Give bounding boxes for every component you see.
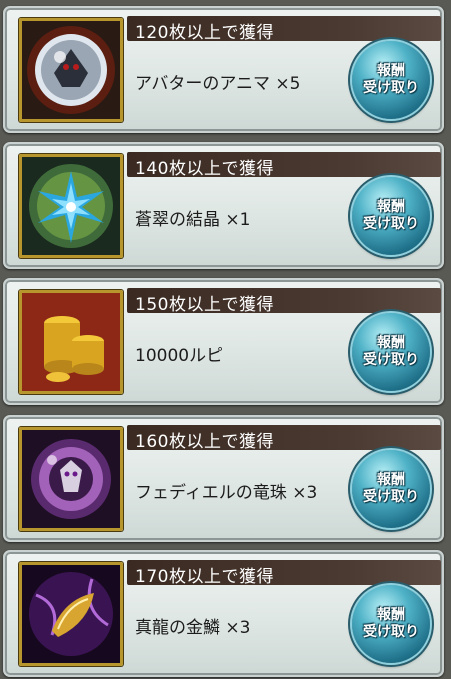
claim-reward-button[interactable]: 報酬 受け取り bbox=[352, 450, 430, 528]
reward-condition-bar: 120枚以上で獲得 bbox=[127, 16, 441, 43]
golden-scale-icon bbox=[19, 562, 123, 666]
reward-list: 120枚以上で獲得 アバターのアニマ ×5 報酬 受け取り 140枚以上で獲得 … bbox=[0, 0, 451, 679]
reward-card: 140枚以上で獲得 蒼翠の結晶 ×1 報酬 受け取り bbox=[3, 142, 444, 269]
claim-button-label-bottom: 受け取り bbox=[363, 352, 419, 368]
reward-item-name: 10000ルピ bbox=[135, 346, 224, 366]
reward-condition: 120枚以上で獲得 bbox=[135, 23, 274, 43]
reward-condition-bar: 140枚以上で獲得 bbox=[127, 152, 441, 179]
reward-condition: 150枚以上で獲得 bbox=[135, 295, 274, 315]
claim-button-label-top: 報酬 bbox=[377, 607, 405, 623]
reward-condition: 140枚以上で獲得 bbox=[135, 159, 274, 179]
reward-condition: 170枚以上で獲得 bbox=[135, 567, 274, 587]
reward-condition-bar: 160枚以上で獲得 bbox=[127, 425, 441, 452]
reward-item-name: 蒼翠の結晶 ×1 bbox=[135, 210, 251, 230]
reward-condition-bar: 150枚以上で獲得 bbox=[127, 288, 441, 315]
claim-button-label-top: 報酬 bbox=[377, 199, 405, 215]
claim-button-label-bottom: 受け取り bbox=[363, 80, 419, 96]
claim-reward-button[interactable]: 報酬 受け取り bbox=[352, 313, 430, 391]
reward-item-name: アバターのアニマ ×5 bbox=[135, 74, 301, 94]
reward-condition-bar: 170枚以上で獲得 bbox=[127, 560, 441, 587]
claim-button-label-bottom: 受け取り bbox=[363, 489, 419, 505]
rupie-coins-icon bbox=[19, 290, 123, 394]
claim-button-label-top: 報酬 bbox=[377, 472, 405, 488]
claim-button-label-bottom: 受け取り bbox=[363, 624, 419, 640]
claim-button-label-top: 報酬 bbox=[377, 63, 405, 79]
dragon-orb-icon bbox=[19, 427, 123, 531]
claim-button-label-bottom: 受け取り bbox=[363, 216, 419, 232]
reward-card: 150枚以上で獲得 10000ルピ 報酬 受け取り bbox=[3, 278, 444, 405]
reward-card: 170枚以上で獲得 真龍の金鱗 ×3 報酬 受け取り bbox=[3, 550, 444, 677]
reward-item-name: 真龍の金鱗 ×3 bbox=[135, 618, 251, 638]
reward-card: 160枚以上で獲得 フェディエルの竜珠 ×3 報酬 受け取り bbox=[3, 415, 444, 542]
reward-item-name: フェディエルの竜珠 ×3 bbox=[135, 483, 318, 503]
reward-card: 120枚以上で獲得 アバターのアニマ ×5 報酬 受け取り bbox=[3, 6, 444, 133]
crystal-icon bbox=[19, 154, 123, 258]
claim-button-label-top: 報酬 bbox=[377, 335, 405, 351]
anima-orb-icon bbox=[19, 18, 123, 122]
claim-reward-button[interactable]: 報酬 受け取り bbox=[352, 585, 430, 663]
claim-reward-button[interactable]: 報酬 受け取り bbox=[352, 41, 430, 119]
claim-reward-button[interactable]: 報酬 受け取り bbox=[352, 177, 430, 255]
reward-condition: 160枚以上で獲得 bbox=[135, 432, 274, 452]
